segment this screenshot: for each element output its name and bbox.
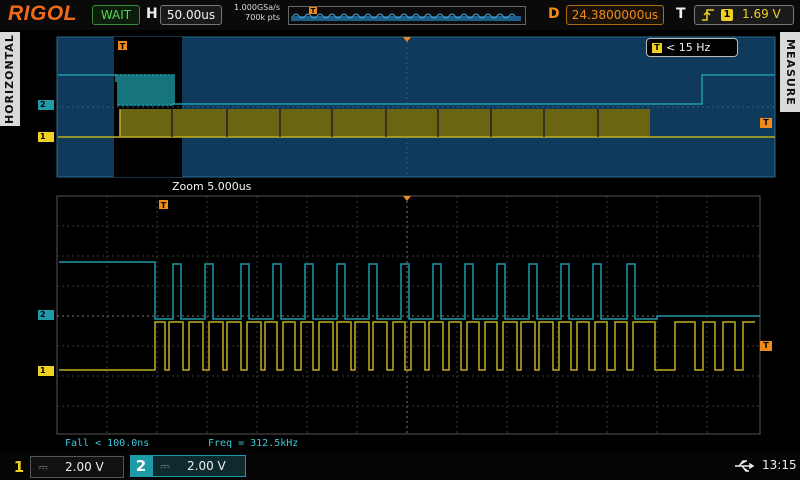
trigger-label: T: [676, 6, 686, 22]
measure-tab[interactable]: MEASURE: [780, 32, 800, 112]
measurement-frequency: Freq = 312.5kHz: [208, 438, 299, 449]
ch2-scale-box[interactable]: ⎓ 2.00 V: [152, 455, 246, 477]
ch1-scale: 2.00 V: [65, 460, 104, 474]
trigger-freq-icon: T: [652, 43, 662, 53]
overview-ch2-marker: 2: [38, 100, 54, 110]
zoom-trigger-marker: T: [159, 200, 168, 210]
memory-window: [291, 16, 521, 21]
run-state-badge[interactable]: WAIT: [92, 5, 140, 25]
svg-text:T: T: [120, 42, 126, 51]
svg-text:T: T: [311, 7, 316, 15]
delay-value[interactable]: 24.3800000us: [566, 5, 664, 25]
svg-text:T: T: [161, 201, 167, 210]
memory-trigger-marker: T: [309, 7, 317, 15]
overview-trigger-level-marker: T: [760, 118, 772, 128]
zoom-trigger-level-marker: T: [760, 341, 772, 351]
trigger-source-badge: 1: [721, 9, 733, 21]
zoom-ch2-marker: 2: [38, 310, 54, 320]
ch1-button[interactable]: 1: [8, 456, 30, 478]
overview-ch1-marker: 1: [38, 132, 54, 142]
ch1-scale-box[interactable]: ⎓ 2.00 V: [30, 456, 124, 478]
horizontal-label: H: [146, 6, 158, 22]
ch2-button[interactable]: 2: [130, 455, 152, 477]
usb-icon: [735, 460, 755, 472]
rigol-logo: RIGOL: [8, 2, 77, 25]
system-clock: 13:15: [762, 458, 797, 472]
memory-overview-bar: T: [288, 6, 526, 25]
memory-overview-graphic: T: [291, 7, 521, 21]
trigger-level: 1.69 V: [742, 7, 781, 21]
zoom-ch1-marker: 1: [38, 366, 54, 376]
zoom-window[interactable]: T: [55, 194, 762, 436]
dc-coupling-icon: ⎓: [38, 460, 48, 474]
acquisition-info: 1.000GSa/s 700k pts: [230, 3, 280, 23]
ch2-scale: 2.00 V: [187, 459, 226, 473]
sample-rate: 1.000GSa/s: [234, 3, 280, 12]
rising-edge-icon: [702, 9, 714, 21]
dc-coupling-icon: ⎓: [160, 459, 170, 473]
trigger-frequency: < 15 Hz: [666, 41, 711, 54]
memory-depth: 700k pts: [245, 13, 280, 22]
trigger-frequency-box: T < 15 Hz: [646, 38, 738, 57]
overview-trigger-marker: T: [118, 41, 127, 51]
measurement-fall-time: Fall < 100.0ns: [65, 438, 150, 449]
horizontal-tab[interactable]: HORIZONTAL: [0, 32, 20, 126]
zoom-label: Zoom 5.000us: [172, 180, 252, 193]
delay-label: D: [548, 6, 560, 22]
timebase-value[interactable]: 50.00us: [160, 5, 222, 25]
